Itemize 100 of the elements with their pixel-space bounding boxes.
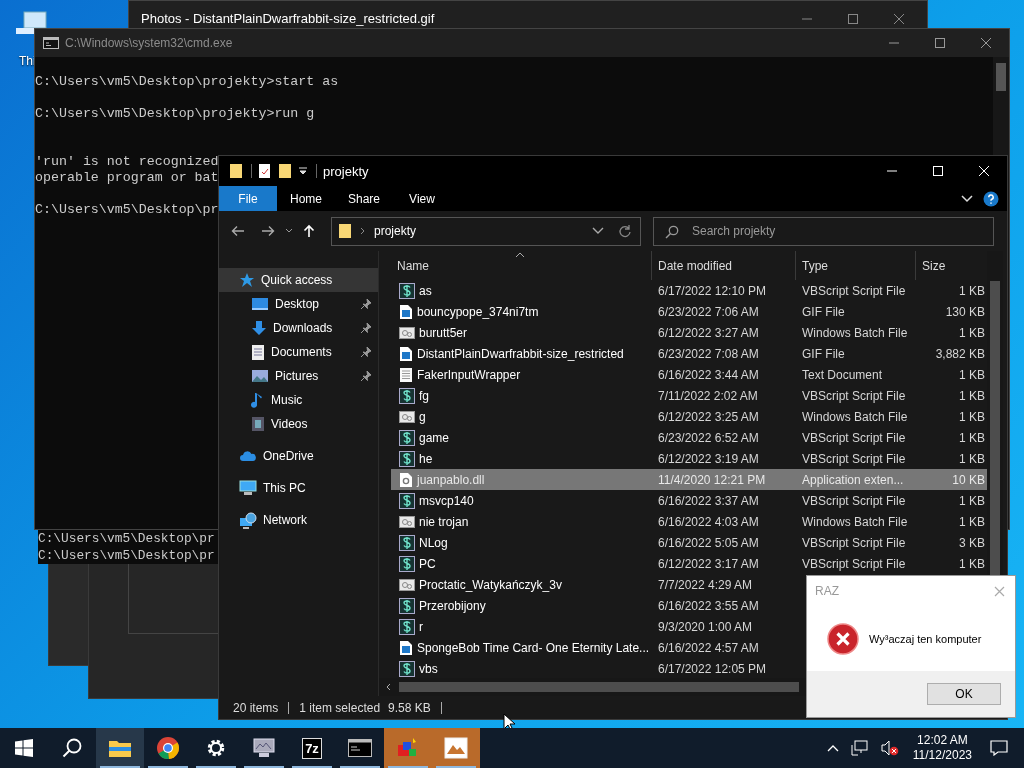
running-indicator bbox=[388, 766, 428, 768]
nav-item[interactable]: OneDrive bbox=[219, 444, 378, 468]
file-row[interactable]: as 6/17/2022 12:10 PM VBScript Script File 1 KB bbox=[391, 280, 987, 301]
maximize-icon[interactable] bbox=[934, 37, 946, 49]
file-row[interactable]: fg 7/11/2022 2:02 AM VBScript Script File 1 KB bbox=[391, 385, 987, 406]
chevron-down-icon[interactable] bbox=[285, 228, 293, 234]
network-icon[interactable] bbox=[850, 740, 869, 756]
monitor-icon[interactable] bbox=[252, 737, 276, 759]
photo-icon[interactable] bbox=[444, 737, 468, 759]
table-cell-text: 6/16/2022 3:37 AM bbox=[657, 493, 760, 508]
running-indicator bbox=[292, 766, 332, 768]
settings-icon[interactable] bbox=[205, 737, 227, 759]
file-row[interactable]: juanpablo.dll 11/4/2020 12:21 PM Application exten... 10 KB bbox=[391, 469, 987, 490]
terminal-line: C:\Users\vm5\Desktop\pr bbox=[38, 530, 215, 547]
address-bar[interactable]: projekty bbox=[331, 216, 641, 246]
file-name: bouncypope_374ni7tm bbox=[417, 304, 539, 319]
nav-item[interactable]: Downloads bbox=[219, 316, 378, 340]
table-cell-text: GIF File bbox=[801, 304, 846, 319]
scroll-left-icon[interactable] bbox=[385, 683, 391, 691]
table-cell-text: 6/16/2022 3:55 AM bbox=[657, 598, 760, 613]
file-row[interactable]: vbs 6/17/2022 12:05 PM bbox=[391, 658, 987, 679]
nav-item[interactable]: Desktop bbox=[219, 292, 378, 316]
ok-button[interactable]: OK bbox=[927, 683, 1001, 705]
file-row[interactable]: DistantPlainDwarfrabbit-size_restricted 6/23/2022 7:08 AM GIF File 3,882 KB bbox=[391, 343, 987, 364]
file-row[interactable]: PC 6/12/2022 3:17 AM VBScript Script File 1 KB bbox=[391, 553, 987, 574]
table-cell-text: Windows Batch File bbox=[801, 325, 909, 340]
file-row[interactable]: g 6/12/2022 3:25 AM Windows Batch File 1 KB bbox=[391, 406, 987, 427]
scrollbar-thumb[interactable] bbox=[996, 63, 1006, 91]
table-cell-text: 6/12/2022 3:27 AM bbox=[657, 325, 760, 340]
file-name: Proctatic_Watykańczyk_3v bbox=[419, 577, 562, 592]
search-field[interactable]: Search projekty bbox=[653, 216, 994, 246]
column-header[interactable]: Name bbox=[391, 251, 652, 280]
script-file-icon bbox=[399, 597, 415, 614]
script-file-icon bbox=[399, 534, 415, 551]
dropdown-icon[interactable] bbox=[298, 166, 308, 176]
file-name: vbs bbox=[419, 661, 438, 676]
script-file-icon bbox=[399, 387, 415, 404]
pin-icon[interactable] bbox=[360, 322, 372, 334]
window-title: projekty bbox=[323, 163, 369, 179]
file-row[interactable]: FakerInputWrapper 6/16/2022 3:44 AM Text Document 1 KB bbox=[391, 364, 987, 385]
file-row[interactable]: burutt5er 6/12/2022 3:27 AM Windows Batch File 1 KB bbox=[391, 322, 987, 343]
volume-muted-icon[interactable] bbox=[880, 740, 899, 756]
pin-icon[interactable] bbox=[360, 370, 372, 382]
archive-icon[interactable]: 7z bbox=[302, 737, 322, 759]
start-icon[interactable] bbox=[15, 739, 33, 757]
refresh-icon[interactable] bbox=[618, 224, 632, 238]
file-name: r bbox=[419, 619, 423, 634]
table-cell-text: 6/12/2022 3:17 AM bbox=[657, 556, 760, 571]
nav-item[interactable]: Pictures bbox=[219, 364, 378, 388]
column-header[interactable]: Size bbox=[916, 251, 987, 280]
table-cell-text: 6/12/2022 3:25 AM bbox=[657, 409, 760, 424]
notifications-icon[interactable] bbox=[990, 740, 1008, 756]
breadcrumb[interactable]: projekty bbox=[374, 224, 417, 238]
chevron-up-icon[interactable] bbox=[826, 744, 839, 752]
ribbon-tab[interactable]: File bbox=[219, 186, 277, 211]
file-name: nie trojan bbox=[419, 514, 469, 529]
forward-icon[interactable] bbox=[261, 225, 275, 237]
running-indicator bbox=[244, 766, 284, 768]
table-cell-text: 1 KB bbox=[958, 409, 986, 424]
nav-item[interactable]: Videos bbox=[219, 412, 378, 436]
file-row[interactable]: he 6/12/2022 3:19 AM VBScript Script File 1 KB bbox=[391, 448, 987, 469]
file-row[interactable]: msvcp140 6/16/2022 3:37 AM VBScript Script File 1 KB bbox=[391, 490, 987, 511]
file-name: juanpablo.dll bbox=[417, 472, 485, 487]
chevron-down-icon[interactable] bbox=[592, 227, 604, 235]
folder-icon[interactable] bbox=[108, 738, 132, 758]
nav-item[interactable]: Quick access bbox=[219, 268, 378, 292]
properties-icon[interactable] bbox=[258, 163, 272, 179]
help-icon[interactable] bbox=[983, 190, 999, 207]
file-row[interactable]: NLog 6/16/2022 5:05 AM VBScript Script File 3 KB bbox=[391, 532, 987, 553]
terminal-icon[interactable] bbox=[348, 739, 372, 757]
file-row[interactable]: bouncypope_374ni7tm 6/23/2022 7:06 AM GIF File 130 KB bbox=[391, 301, 987, 322]
folder-icon[interactable] bbox=[229, 163, 243, 179]
file-row[interactable]: nie trojan 6/16/2022 4:03 AM Windows Batch File 1 KB bbox=[391, 511, 987, 532]
pin-icon[interactable] bbox=[360, 346, 372, 358]
file-row[interactable]: game 6/23/2022 6:52 AM VBScript Script File 1 KB bbox=[391, 427, 987, 448]
table-cell-text: 6/16/2022 3:44 AM bbox=[657, 367, 760, 382]
ribbon-tab[interactable]: Home bbox=[277, 186, 335, 211]
nav-item[interactable]: Music bbox=[219, 388, 378, 412]
browser-icon[interactable] bbox=[156, 736, 180, 760]
up-icon[interactable] bbox=[303, 224, 315, 238]
search-icon[interactable] bbox=[62, 738, 82, 758]
table-cell-text: 6/17/2022 12:10 PM bbox=[657, 283, 768, 298]
close-icon[interactable] bbox=[980, 37, 992, 49]
pin-icon[interactable] bbox=[360, 298, 372, 310]
back-icon[interactable] bbox=[231, 225, 245, 237]
column-header[interactable]: Date modified bbox=[652, 251, 796, 280]
column-header[interactable]: Type bbox=[796, 251, 916, 280]
gears-file-icon bbox=[399, 325, 415, 340]
script-file-icon bbox=[399, 429, 415, 446]
nav-item[interactable]: Network bbox=[219, 508, 378, 532]
clock[interactable]: 12:02 AM 11/12/2023 bbox=[912, 733, 972, 763]
table-cell-text: 1 KB bbox=[958, 556, 986, 571]
ribbon-tab[interactable]: Share bbox=[335, 186, 393, 211]
scrollbar-thumb[interactable] bbox=[399, 682, 799, 692]
file-name: as bbox=[419, 283, 432, 298]
ribbon-tab[interactable]: View bbox=[393, 186, 451, 211]
star-icon bbox=[239, 272, 255, 288]
nav-item[interactable]: Documents bbox=[219, 340, 378, 364]
folder-icon[interactable] bbox=[278, 163, 292, 179]
nav-item[interactable]: This PC bbox=[219, 476, 378, 500]
